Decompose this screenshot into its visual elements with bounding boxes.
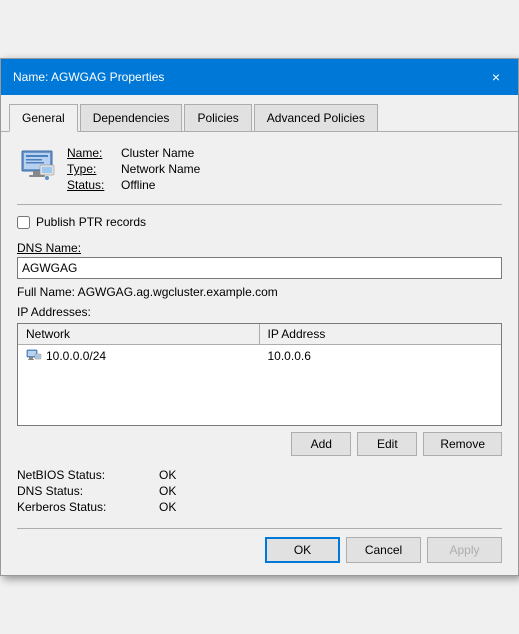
dns-status-value: OK [159,484,502,498]
name-label: Name: [67,146,117,160]
resource-info: Name: Cluster Name Type: Network Name St… [17,146,502,192]
remove-button[interactable]: Remove [423,432,502,456]
kerberos-value: OK [159,500,502,514]
title-bar-text: Name: AGWGAG Properties [13,70,164,84]
ip-addresses-label: IP Addresses: [17,305,502,319]
status-grid: NetBIOS Status: OK DNS Status: OK Kerber… [17,468,502,514]
status-value: Offline [121,178,155,192]
ip-buttons: Add Edit Remove [17,432,502,456]
dialog-window: Name: AGWGAG Properties × General Depend… [0,58,519,576]
publish-ptr-checkbox[interactable] [17,216,30,229]
tab-policies[interactable]: Policies [184,104,251,132]
ip-cell: 10.0.0.6 [260,347,502,365]
tab-dependencies[interactable]: Dependencies [80,104,183,132]
dns-name-label: DNS Name: [17,241,502,255]
network-cell: 10.0.0.0/24 [18,347,260,365]
dns-status-label: DNS Status: [17,484,157,498]
name-value: Cluster Name [121,146,194,160]
full-name-text: Full Name: AGWGAG.ag.wgcluster.example.c… [17,285,502,299]
publish-ptr-row: Publish PTR records [17,215,502,229]
tab-general[interactable]: General [9,104,78,132]
content-area: Name: Cluster Name Type: Network Name St… [1,132,518,575]
tab-advanced-policies[interactable]: Advanced Policies [254,104,378,132]
edit-button[interactable]: Edit [357,432,417,456]
resource-icon [17,146,57,186]
add-button[interactable]: Add [291,432,351,456]
ip-table-row[interactable]: 10.0.0.0/24 10.0.0.6 [18,345,501,367]
network-col-header: Network [18,324,260,344]
ok-button[interactable]: OK [265,537,340,563]
title-bar: Name: AGWGAG Properties × [1,59,518,95]
bottom-buttons: OK Cancel Apply [17,528,502,563]
kerberos-label: Kerberos Status: [17,500,157,514]
apply-button[interactable]: Apply [427,537,502,563]
ip-table: Network IP Address [17,323,502,426]
ip-table-body: 10.0.0.0/24 10.0.0.6 [18,345,501,425]
ip-col-header: IP Address [260,324,502,344]
dns-name-group: DNS Name: [17,241,502,279]
cancel-button[interactable]: Cancel [346,537,421,563]
ip-table-header: Network IP Address [18,324,501,345]
tabs-container: General Dependencies Policies Advanced P… [1,95,518,132]
netbios-label: NetBIOS Status: [17,468,157,482]
close-button[interactable]: × [486,67,506,87]
separator-1 [17,204,502,205]
netbios-value: OK [159,468,502,482]
network-icon [26,349,42,363]
resource-details: Name: Cluster Name Type: Network Name St… [67,146,200,192]
dns-name-input[interactable] [17,257,502,279]
status-label: Status: [67,178,117,192]
type-value: Network Name [121,162,200,176]
publish-ptr-label[interactable]: Publish PTR records [36,215,146,229]
type-label: Type: [67,162,117,176]
